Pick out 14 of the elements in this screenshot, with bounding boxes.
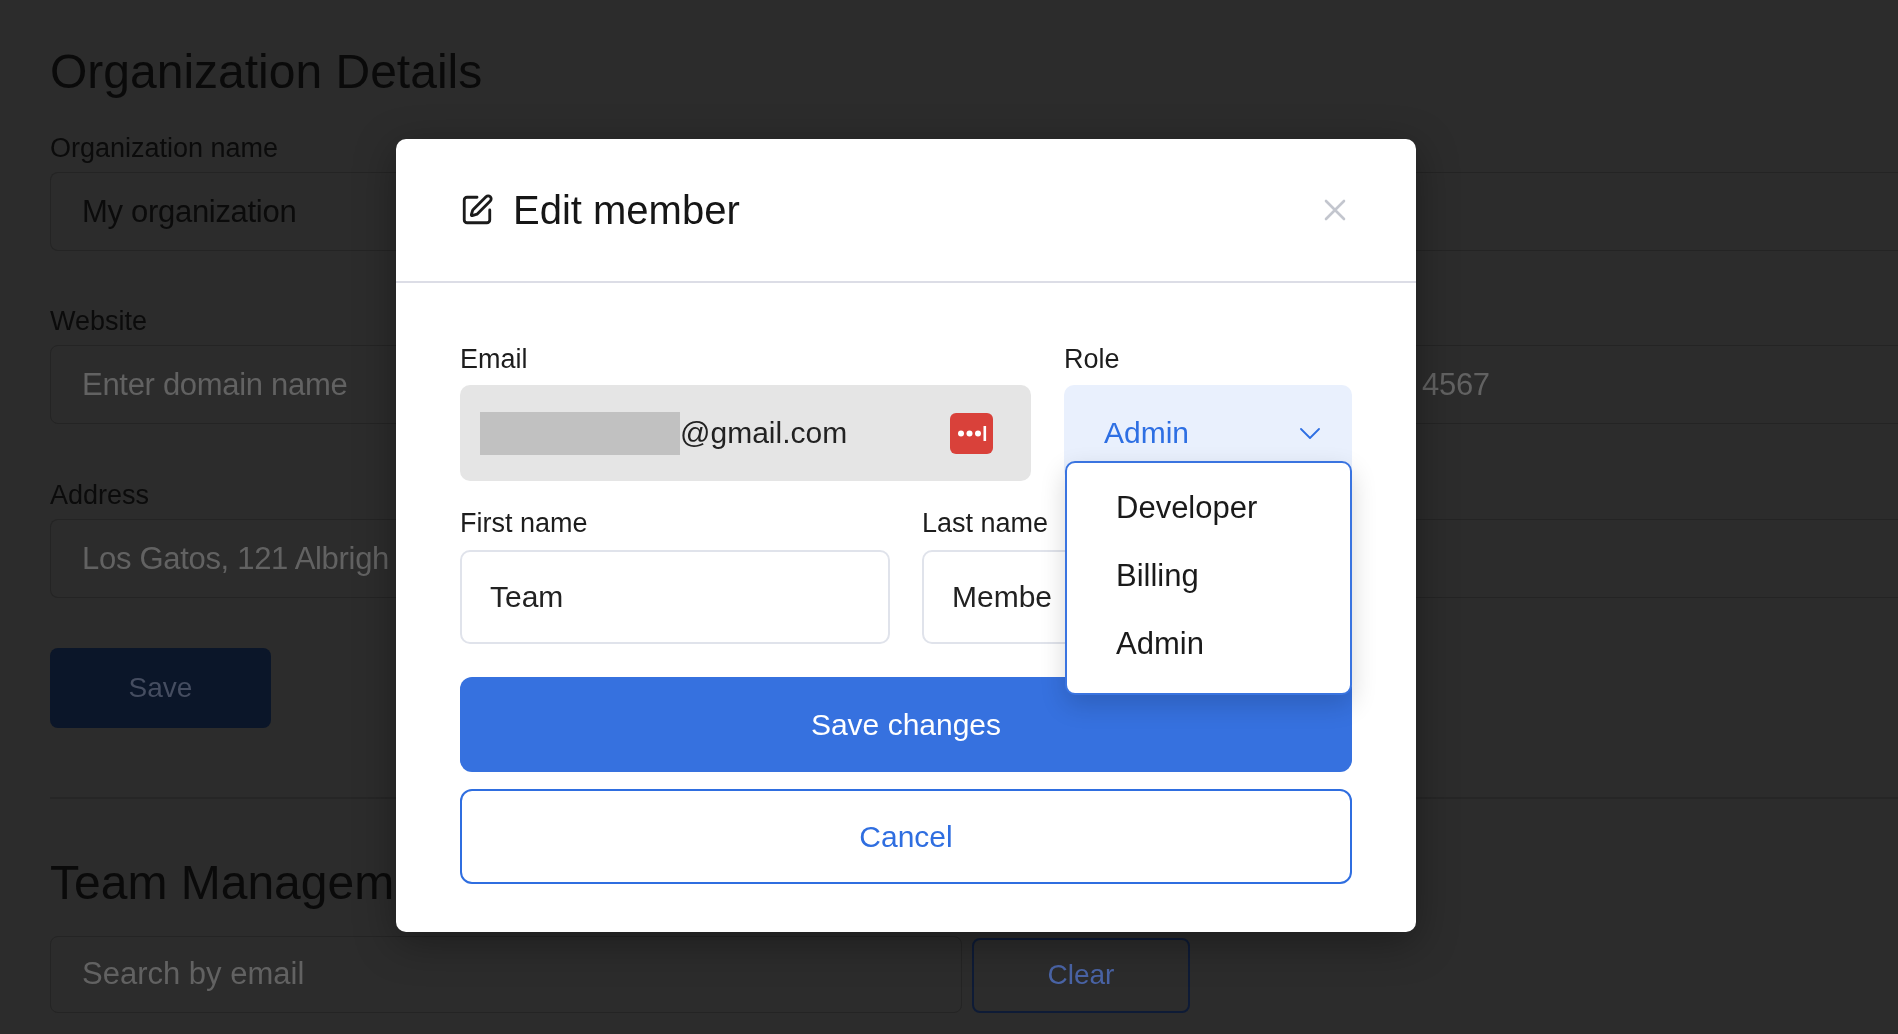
field-label: First name	[460, 509, 588, 537]
save-changes-button[interactable]: Save changes	[460, 677, 1352, 772]
dropdown-option[interactable]: Billing	[1067, 542, 1350, 610]
field-label: Email	[460, 345, 528, 373]
edit-icon	[460, 193, 494, 227]
chevron-down-icon	[1300, 427, 1320, 439]
cancel-button[interactable]: Cancel	[460, 789, 1352, 884]
first-name-field[interactable]: Team	[460, 550, 890, 644]
email-field[interactable]: @gmail.com	[460, 385, 1031, 481]
dialog-title: Edit member	[513, 187, 740, 233]
dropdown-option[interactable]: Admin	[1067, 610, 1350, 678]
field-label: Last name	[922, 509, 1049, 537]
field-label: Role	[1064, 345, 1120, 373]
password-dots-icon[interactable]	[950, 412, 993, 454]
